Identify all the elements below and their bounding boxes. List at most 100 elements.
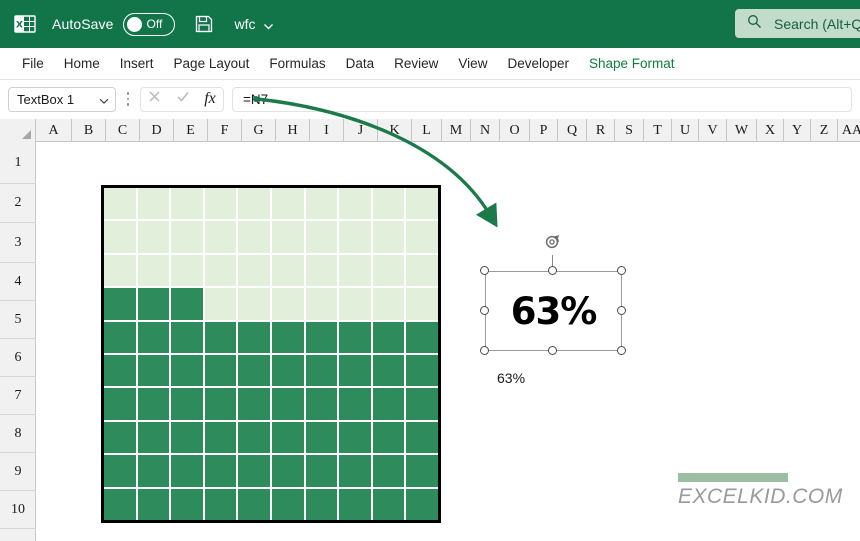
column-header-N[interactable]: N (471, 119, 500, 142)
search-icon (747, 14, 762, 34)
handle-top-right[interactable] (616, 265, 626, 275)
textbox-shape[interactable]: 63% (485, 271, 622, 351)
ribbon-tab-developer[interactable]: Developer (497, 48, 579, 80)
handle-top-left[interactable] (479, 265, 489, 275)
row-header-11[interactable]: 11 (0, 529, 36, 541)
column-header-G[interactable]: G (242, 119, 276, 142)
waffle-cell (272, 421, 304, 454)
row-header-6[interactable]: 6 (0, 339, 36, 377)
autosave-toggle[interactable]: Off (122, 12, 175, 36)
handle-bottom-left[interactable] (479, 345, 489, 355)
waffle-cell (406, 321, 438, 353)
waffle-cell (305, 455, 338, 487)
name-box[interactable]: TextBox 1 (8, 86, 116, 112)
save-disk-icon[interactable] (193, 13, 215, 35)
row-header-9[interactable]: 9 (0, 453, 36, 491)
row-header-2[interactable]: 2 (0, 184, 36, 223)
handle-middle-right[interactable] (616, 305, 626, 315)
column-header-AA[interactable]: AA (838, 119, 860, 142)
column-header-O[interactable]: O (500, 119, 530, 142)
column-header-T[interactable]: T (644, 119, 672, 142)
waffle-cell (204, 288, 237, 320)
chevron-down-icon[interactable] (99, 94, 109, 104)
column-header-V[interactable]: V (699, 119, 727, 142)
more-vertical-icon[interactable] (126, 92, 130, 106)
waffle-cell (339, 354, 371, 387)
row-header-4[interactable]: 4 (0, 263, 36, 301)
waffle-cell (171, 188, 203, 220)
column-header-K[interactable]: K (378, 119, 412, 142)
filename-button[interactable]: wfc (235, 16, 273, 32)
waffle-cell (339, 188, 371, 220)
row-header-1[interactable]: 1 (0, 142, 36, 184)
waffle-cell (171, 221, 203, 253)
ribbon-tab-formulas[interactable]: Formulas (259, 48, 335, 80)
waffle-cell (406, 421, 438, 454)
waffle-cell (204, 421, 237, 454)
column-header-P[interactable]: P (530, 119, 558, 142)
ribbon-tab-shape-format[interactable]: Shape Format (579, 48, 685, 80)
waffle-cell (238, 455, 270, 487)
column-header-row: ABCDEFGHIJKLMNOPQRSTUVWXYZAAABAC (0, 119, 860, 142)
waffle-cell (171, 388, 203, 420)
ribbon-tab-data[interactable]: Data (336, 48, 385, 80)
rotate-handle-icon[interactable] (543, 232, 563, 252)
select-all-triangle-icon[interactable] (0, 119, 36, 142)
column-header-B[interactable]: B (72, 119, 106, 142)
column-header-R[interactable]: R (587, 119, 615, 142)
handle-middle-left[interactable] (479, 305, 489, 315)
ribbon-tab-review[interactable]: Review (384, 48, 448, 80)
fx-icon[interactable]: fx (204, 90, 216, 108)
row-header-5[interactable]: 5 (0, 301, 36, 339)
column-header-H[interactable]: H (276, 119, 310, 142)
column-header-S[interactable]: S (615, 119, 644, 142)
waffle-cell (238, 221, 270, 253)
waffle-cell (171, 455, 203, 487)
column-header-M[interactable]: M (442, 119, 471, 142)
column-header-D[interactable]: D (140, 119, 174, 142)
column-header-L[interactable]: L (412, 119, 442, 142)
waffle-cell (372, 254, 405, 287)
row-header-8[interactable]: 8 (0, 415, 36, 453)
check-icon[interactable] (176, 90, 190, 108)
row-header-7[interactable]: 7 (0, 377, 36, 415)
column-header-Z[interactable]: Z (811, 119, 838, 142)
waffle-cell (204, 455, 237, 487)
column-header-W[interactable]: W (727, 119, 757, 142)
waffle-cell (104, 455, 136, 487)
column-header-U[interactable]: U (672, 119, 699, 142)
waffle-cell (372, 421, 405, 454)
column-header-C[interactable]: C (106, 119, 140, 142)
waffle-cell (238, 254, 270, 287)
ribbon-tab-file[interactable]: File (12, 48, 54, 80)
waffle-cell (238, 421, 270, 454)
ribbon-tab-page-layout[interactable]: Page Layout (164, 48, 260, 80)
column-header-X[interactable]: X (757, 119, 784, 142)
handle-bottom-center[interactable] (548, 345, 557, 355)
column-header-E[interactable]: E (174, 119, 208, 142)
waffle-cell (406, 188, 438, 220)
ribbon-tab-view[interactable]: View (448, 48, 497, 80)
column-header-I[interactable]: I (310, 119, 344, 142)
row-header-3[interactable]: 3 (0, 223, 36, 263)
column-header-Y[interactable]: Y (784, 119, 811, 142)
waffle-cell (305, 221, 338, 253)
formula-input[interactable]: =N7 (232, 86, 852, 112)
ribbon-tab-insert[interactable]: Insert (110, 48, 164, 80)
waffle-cell (305, 488, 338, 520)
column-header-A[interactable]: A (36, 119, 72, 142)
column-header-J[interactable]: J (344, 119, 378, 142)
column-header-F[interactable]: F (208, 119, 242, 142)
column-header-Q[interactable]: Q (558, 119, 587, 142)
filename-label: wfc (234, 16, 256, 32)
handle-top-center[interactable] (548, 265, 557, 275)
waffle-cell (104, 288, 136, 320)
ribbon-tab-home[interactable]: Home (54, 48, 110, 80)
handle-bottom-right[interactable] (616, 345, 626, 355)
waffle-cell (372, 288, 405, 320)
close-icon[interactable] (148, 90, 161, 108)
row-header-10[interactable]: 10 (0, 491, 36, 529)
waffle-cell (372, 488, 405, 520)
waffle-cell (104, 354, 136, 387)
search-box[interactable]: Search (Alt+Q (735, 9, 860, 38)
